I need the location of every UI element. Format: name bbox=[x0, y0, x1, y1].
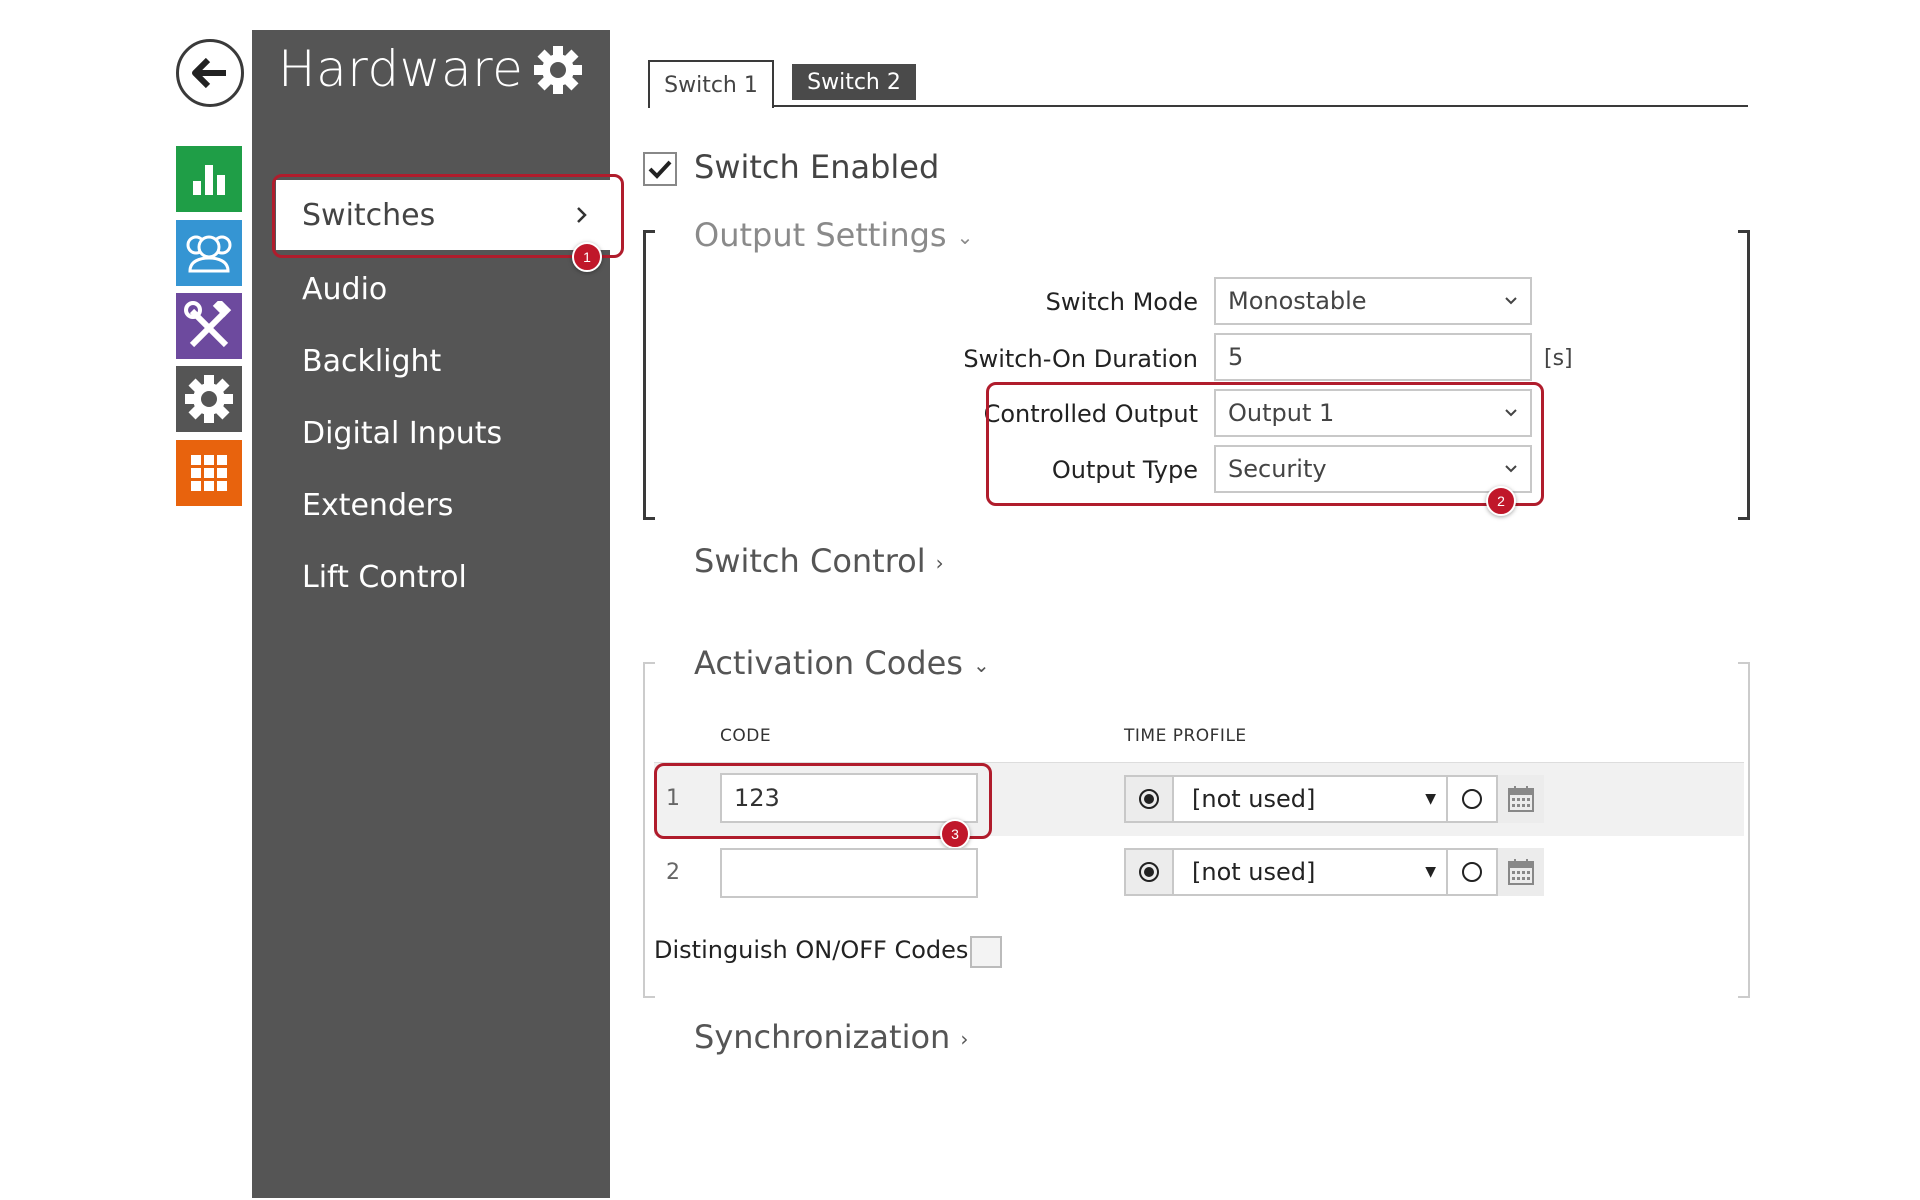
calendar-button[interactable] bbox=[1498, 775, 1544, 823]
switch-mode-select[interactable]: Monostable bbox=[1214, 277, 1532, 325]
synchronization-header[interactable]: Synchronization › bbox=[694, 1018, 968, 1056]
column-header-time-profile: TIME PROFILE bbox=[1124, 726, 1247, 746]
chevron-right-icon: › bbox=[935, 551, 944, 575]
time-profile-select[interactable]: [not used] ▼ bbox=[1174, 775, 1448, 823]
switch-control-header[interactable]: Switch Control › bbox=[694, 542, 944, 580]
synchronization-heading: Synchronization bbox=[694, 1018, 951, 1056]
switch-mode-value: Monostable bbox=[1228, 287, 1367, 315]
chevron-right-icon: › bbox=[960, 1027, 969, 1051]
radio-selected-icon bbox=[1139, 862, 1159, 882]
section-bracket-left bbox=[643, 230, 655, 520]
chevron-down-icon: ⌄ bbox=[972, 653, 990, 677]
switch-control-heading: Switch Control bbox=[694, 542, 926, 580]
output-settings-heading: Output Settings bbox=[694, 216, 947, 254]
duration-unit: [s] bbox=[1544, 346, 1573, 371]
output-settings-header[interactable]: Output Settings ⌄ bbox=[694, 216, 973, 254]
sidebar-item-extenders[interactable]: Extenders bbox=[302, 488, 453, 523]
highlight-frame-1 bbox=[272, 174, 624, 258]
switch-on-duration-label: Switch-On Duration bbox=[963, 345, 1198, 373]
checkmark-icon bbox=[648, 160, 672, 179]
sidebar-item-lift-control[interactable]: Lift Control bbox=[302, 560, 467, 595]
distinguish-codes-checkbox[interactable] bbox=[970, 936, 1002, 968]
time-profile-radio-calendar[interactable] bbox=[1448, 775, 1498, 823]
time-profile-group-2: [not used] ▼ bbox=[1124, 848, 1544, 896]
time-profile-value: [not used] bbox=[1192, 858, 1316, 886]
switch-enabled-label: Switch Enabled bbox=[694, 148, 940, 186]
sidebar-item-audio[interactable]: Audio bbox=[302, 272, 387, 307]
section-bracket-right bbox=[1738, 230, 1750, 520]
rail-services-button[interactable] bbox=[176, 366, 242, 432]
distinguish-codes-label: Distinguish ON/OFF Codes bbox=[654, 936, 969, 964]
tools-icon bbox=[184, 301, 232, 348]
callout-badge-2: 2 bbox=[1486, 486, 1516, 516]
time-profile-radio-selected[interactable] bbox=[1124, 848, 1174, 896]
code-input-2[interactable] bbox=[720, 848, 978, 898]
dropdown-arrow-icon: ▼ bbox=[1425, 864, 1436, 880]
callout-badge-1: 1 bbox=[572, 242, 602, 272]
time-profile-select[interactable]: [not used] ▼ bbox=[1174, 848, 1448, 896]
gear-icon bbox=[534, 46, 582, 94]
rail-system-button[interactable] bbox=[176, 440, 242, 506]
switch-mode-label: Switch Mode bbox=[1045, 288, 1198, 316]
dropdown-arrow-icon: ▼ bbox=[1425, 791, 1436, 807]
activation-codes-heading: Activation Codes bbox=[694, 644, 963, 682]
tab-underline bbox=[648, 105, 1748, 107]
switch-on-duration-input[interactable]: 5 bbox=[1214, 333, 1532, 381]
radio-selected-icon bbox=[1139, 789, 1159, 809]
grid-icon bbox=[191, 455, 227, 491]
arrow-left-icon bbox=[192, 58, 226, 88]
time-profile-group-1: [not used] ▼ bbox=[1124, 775, 1544, 823]
rail-status-button[interactable] bbox=[176, 146, 242, 212]
rail-hardware-button[interactable] bbox=[176, 293, 242, 359]
time-profile-radio-selected[interactable] bbox=[1124, 775, 1174, 823]
activation-codes-header[interactable]: Activation Codes ⌄ bbox=[694, 644, 990, 682]
back-button[interactable] bbox=[176, 39, 244, 107]
tab-switch-2[interactable]: Switch 2 bbox=[792, 64, 916, 100]
sidebar-title: Hardware bbox=[278, 40, 524, 98]
bar-chart-icon bbox=[193, 165, 225, 195]
calendar-icon bbox=[1508, 859, 1534, 885]
callout-badge-3: 3 bbox=[940, 819, 970, 849]
switch-enabled-checkbox[interactable] bbox=[643, 152, 677, 186]
time-profile-value: [not used] bbox=[1192, 785, 1316, 813]
sidebar-item-digital-inputs[interactable]: Digital Inputs bbox=[302, 416, 502, 451]
calendar-icon bbox=[1508, 786, 1534, 812]
rail-directory-button[interactable] bbox=[176, 220, 242, 286]
row-number: 2 bbox=[666, 860, 680, 885]
radio-empty-icon bbox=[1462, 789, 1482, 809]
tab-switch-1[interactable]: Switch 1 bbox=[648, 60, 774, 108]
column-header-code: CODE bbox=[720, 726, 772, 746]
gear-icon bbox=[185, 375, 233, 423]
chevron-down-icon bbox=[1505, 297, 1517, 305]
time-profile-radio-calendar[interactable] bbox=[1448, 848, 1498, 896]
switch-on-duration-value: 5 bbox=[1228, 343, 1244, 371]
calendar-button[interactable] bbox=[1498, 848, 1544, 896]
sidebar-item-backlight[interactable]: Backlight bbox=[302, 344, 441, 379]
sidebar-settings-button[interactable] bbox=[532, 44, 584, 100]
radio-empty-icon bbox=[1462, 862, 1482, 882]
highlight-frame-2 bbox=[986, 382, 1544, 506]
users-icon bbox=[186, 235, 232, 273]
chevron-down-icon: ⌄ bbox=[956, 225, 974, 249]
